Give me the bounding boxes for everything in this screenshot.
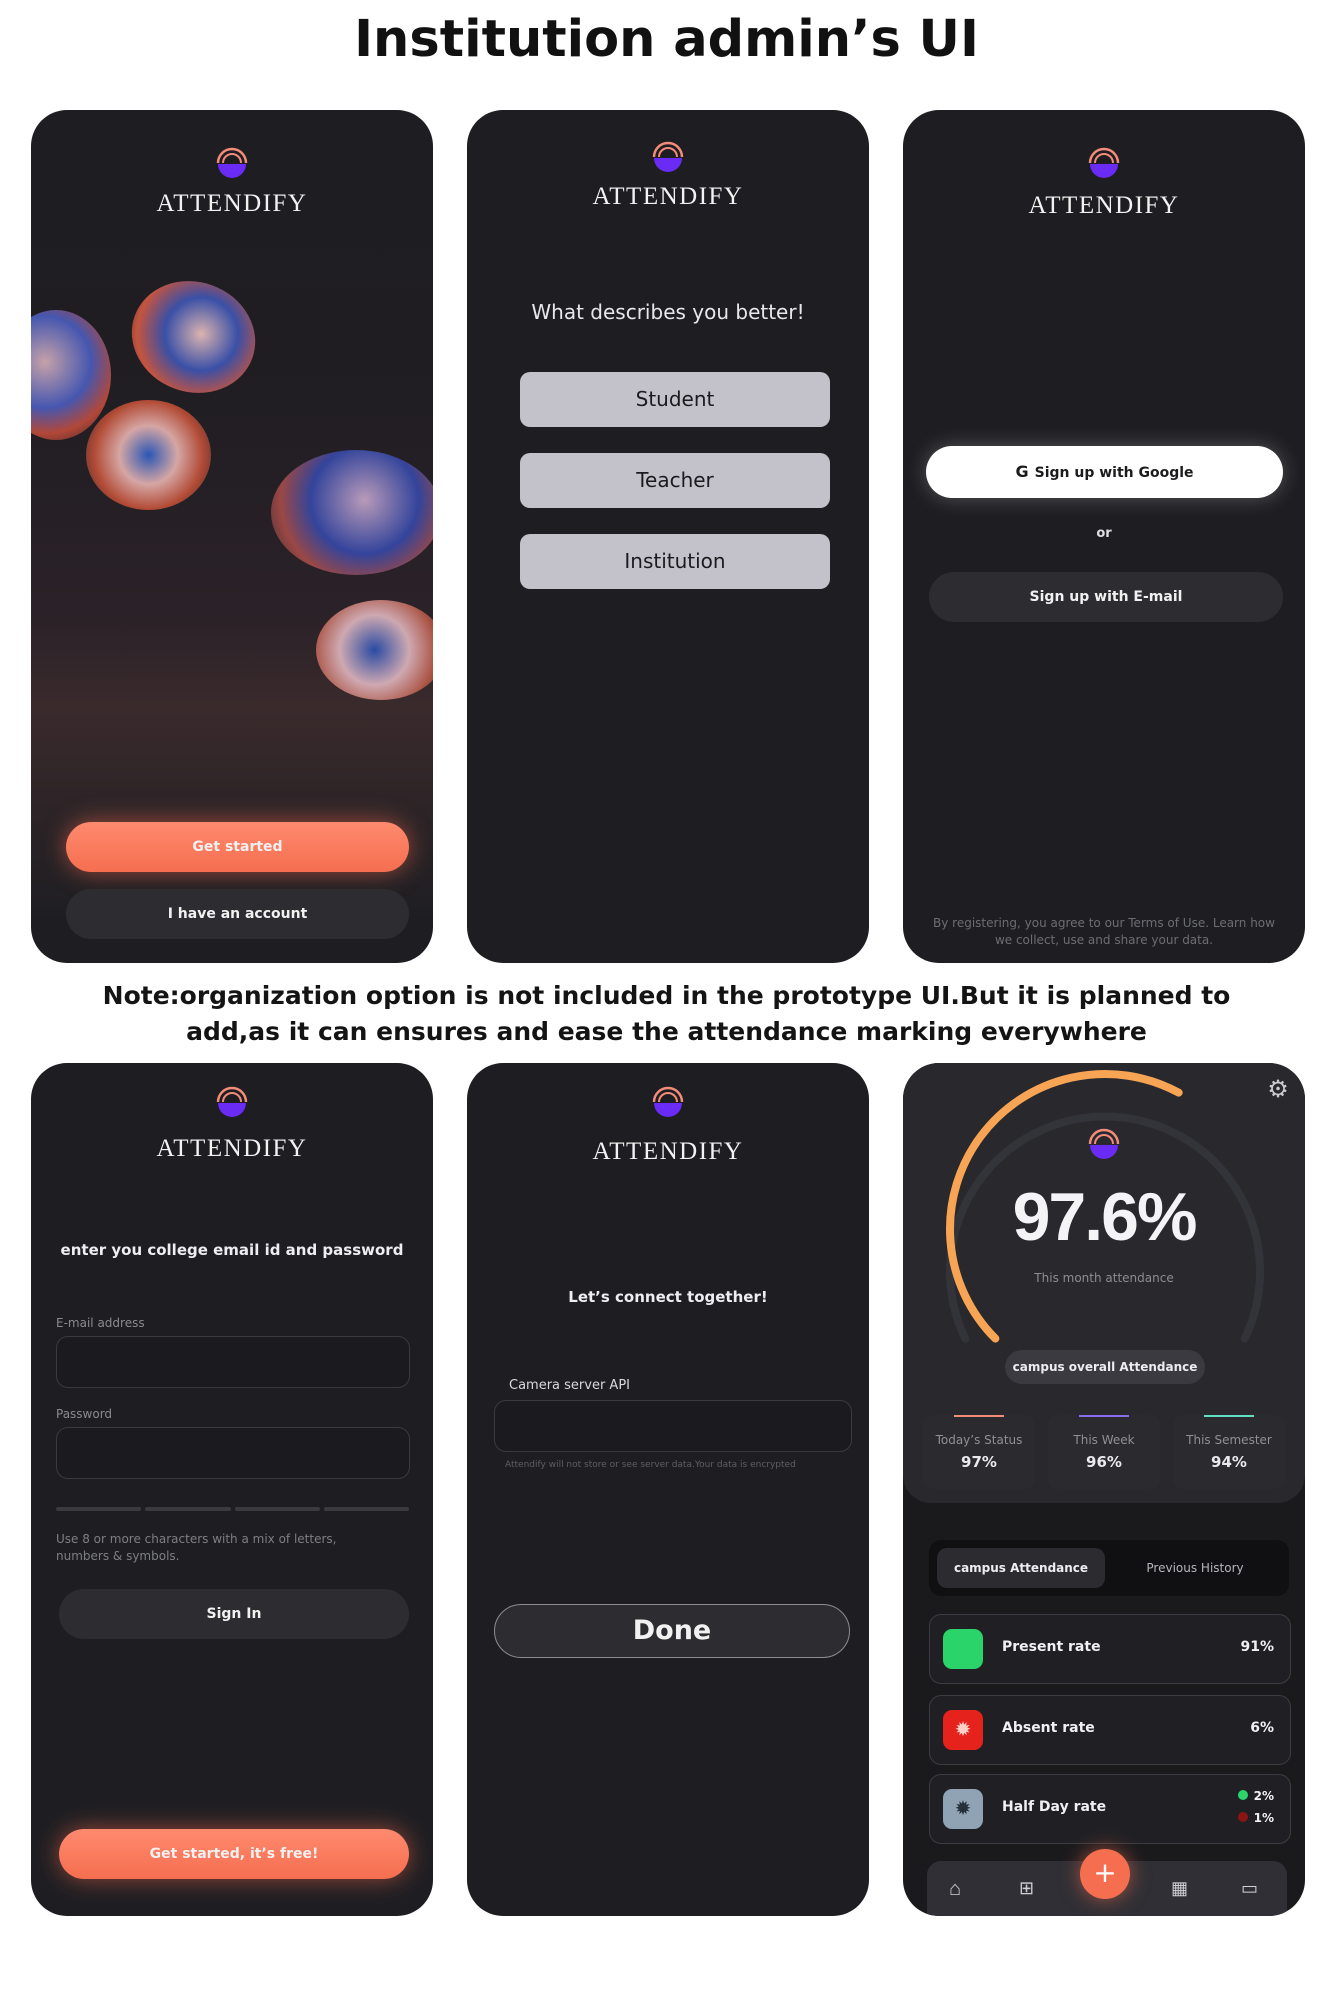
password-strength-meter xyxy=(56,1507,409,1511)
attendify-logo xyxy=(652,141,684,172)
glass-blob xyxy=(271,450,433,575)
connect-heading: Let’s connect together! xyxy=(568,1288,768,1306)
attendify-logo xyxy=(1088,147,1120,178)
home-icon[interactable]: ⌂ xyxy=(949,1878,961,1901)
attendance-caption: This month attendance xyxy=(1034,1271,1174,1285)
settings-icon[interactable]: ⚙ xyxy=(1265,1077,1291,1103)
encryption-disclaimer: Attendify will not store or see server d… xyxy=(505,1460,796,1470)
brand-name: ATTENDIFY xyxy=(592,1138,744,1165)
get-started-free-button[interactable]: Get started, it’s free! xyxy=(59,1829,409,1879)
role-student-button[interactable]: Student xyxy=(520,372,830,427)
attendify-logo xyxy=(1088,1128,1120,1159)
brand-name: ATTENDIFY xyxy=(156,1135,308,1162)
note-text: Note:organization option is not included… xyxy=(102,981,1231,1046)
brand-name: ATTENDIFY xyxy=(156,190,308,217)
stat-label: This Semester xyxy=(1186,1433,1272,1447)
half-day-rate-row[interactable]: ✹ Half Day rate 2% 1% xyxy=(929,1774,1291,1844)
present-icon xyxy=(943,1629,983,1669)
email-label: E-mail address xyxy=(56,1316,145,1330)
rate-label: Present rate xyxy=(1002,1639,1101,1655)
google-signup-button[interactable]: G Sign up with Google xyxy=(926,446,1283,498)
password-field[interactable] xyxy=(56,1427,410,1479)
half-day-value-a: 2% xyxy=(1237,1789,1274,1803)
screen-role-select: ATTENDIFY What describes you better! Stu… xyxy=(467,110,869,963)
screen-welcome: ATTENDIFY Get started I have an account xyxy=(31,110,433,963)
brand-name: ATTENDIFY xyxy=(1028,192,1180,219)
rate-value: 6% xyxy=(1250,1720,1274,1736)
rate-value: 91% xyxy=(1240,1639,1274,1655)
stat-indicator xyxy=(1204,1415,1254,1417)
stat-indicator xyxy=(1079,1415,1129,1417)
green-dot-icon xyxy=(1237,1790,1248,1800)
role-question: What describes you better! xyxy=(531,300,805,324)
red-dot-icon xyxy=(1237,1812,1248,1822)
email-field[interactable] xyxy=(56,1336,410,1388)
stat-label: This Week xyxy=(1073,1433,1135,1447)
half-day-value: 1% xyxy=(1253,1811,1274,1825)
glass-blob xyxy=(316,600,433,700)
add-fab-button[interactable]: + xyxy=(1080,1849,1130,1899)
have-account-button[interactable]: I have an account xyxy=(66,889,409,939)
stat-value: 94% xyxy=(1211,1453,1247,1471)
google-icon: G xyxy=(1015,462,1029,481)
screen-dashboard: ⚙ 97.6% This month attendance campus ove… xyxy=(903,1063,1305,1916)
absent-icon: ✹ xyxy=(943,1710,983,1750)
stat-card-week: This Week 96% xyxy=(1048,1415,1160,1489)
dashboard-tabs: campus Attendance Previous History xyxy=(929,1540,1289,1596)
password-hint: Use 8 or more characters with a mix of l… xyxy=(56,1532,337,1563)
tab-campus-attendance[interactable]: campus Attendance xyxy=(937,1548,1105,1588)
stat-value: 96% xyxy=(1086,1453,1122,1471)
terms-text: By registering, you agree to our Terms o… xyxy=(933,916,1275,947)
half-day-value-b: 1% xyxy=(1237,1811,1274,1825)
stat-indicator xyxy=(954,1415,1004,1417)
screen-signup: ATTENDIFY G Sign up with Google or Sign u… xyxy=(903,110,1305,963)
attendify-logo xyxy=(216,147,248,178)
api-label: Camera server API xyxy=(509,1378,630,1393)
rate-label: Half Day rate xyxy=(1002,1799,1107,1815)
camera-api-field[interactable] xyxy=(494,1400,852,1452)
rate-label: Absent rate xyxy=(1002,1720,1095,1736)
google-signup-label: Sign up with Google xyxy=(1034,465,1194,481)
card-icon[interactable]: ▭ xyxy=(1241,1878,1258,1899)
attendance-percentage: 97.6% xyxy=(1012,1179,1198,1255)
grid-icon[interactable]: ⊞ xyxy=(1019,1878,1034,1899)
login-heading: enter you college email id and password xyxy=(60,1241,404,1259)
done-button[interactable]: Done xyxy=(494,1604,850,1658)
present-rate-row[interactable]: Present rate 91% xyxy=(929,1614,1291,1684)
half-day-value: 2% xyxy=(1253,1789,1274,1803)
sign-in-button[interactable]: Sign In xyxy=(59,1589,409,1639)
role-institution-button[interactable]: Institution xyxy=(520,534,830,589)
stat-value: 97% xyxy=(961,1453,997,1471)
calendar-icon[interactable]: ▦ xyxy=(1171,1878,1188,1899)
page-title: Institution admin’s UI xyxy=(354,10,979,69)
half-day-icon: ✹ xyxy=(943,1789,983,1829)
or-divider: or xyxy=(1096,526,1112,541)
get-started-button[interactable]: Get started xyxy=(66,822,409,872)
absent-rate-row[interactable]: ✹ Absent rate 6% xyxy=(929,1695,1291,1765)
glass-blob xyxy=(115,263,272,411)
password-label: Password xyxy=(56,1407,113,1421)
glass-blob xyxy=(86,400,211,510)
stat-label: Today’s Status xyxy=(935,1433,1023,1447)
screen-login: ATTENDIFY enter you college email id and… xyxy=(31,1063,433,1916)
role-teacher-button[interactable]: Teacher xyxy=(520,453,830,508)
stat-card-semester: This Semester 94% xyxy=(1173,1415,1285,1489)
stat-card-today: Today’s Status 97% xyxy=(923,1415,1035,1489)
email-signup-button[interactable]: Sign up with E-mail xyxy=(929,572,1283,622)
attendify-logo xyxy=(652,1086,684,1117)
campus-overall-pill[interactable]: campus overall Attendance xyxy=(1005,1350,1205,1384)
screen-connect-api: ATTENDIFY Let’s connect together! Camera… xyxy=(467,1063,869,1916)
attendify-logo xyxy=(216,1086,248,1117)
tab-previous-history[interactable]: Previous History xyxy=(1109,1548,1281,1588)
brand-name: ATTENDIFY xyxy=(592,183,744,210)
